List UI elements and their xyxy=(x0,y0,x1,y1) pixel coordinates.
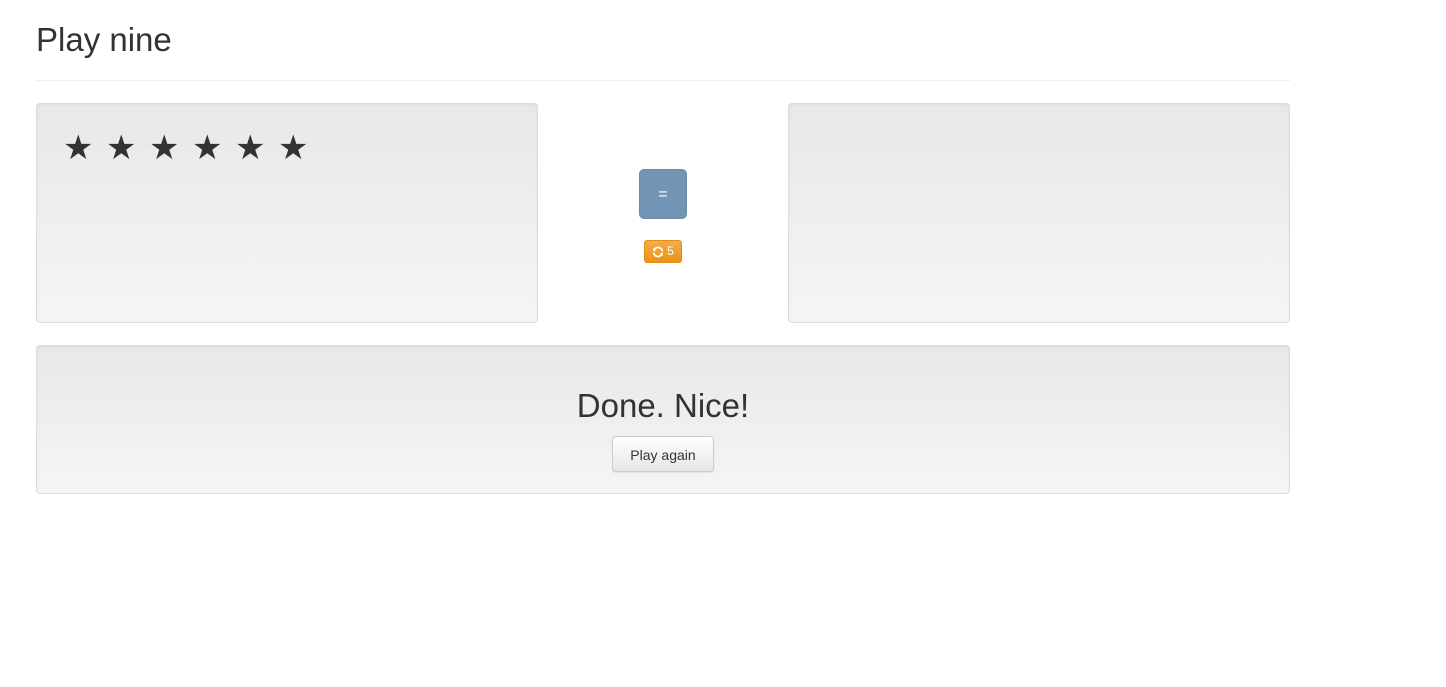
star-icon: ★ xyxy=(63,129,94,167)
refresh-icon xyxy=(653,246,664,257)
done-message: Done. Nice! xyxy=(576,387,750,424)
done-frame: Done. Nice! Play again xyxy=(36,345,1290,494)
star-icon: ★ xyxy=(278,129,309,167)
play-again-button[interactable]: Play again xyxy=(612,436,714,472)
stars-frame: ★ ★ ★ ★ ★ ★ xyxy=(36,103,538,323)
star-icon: ★ xyxy=(235,129,266,167)
redraw-count: 5 xyxy=(667,244,674,258)
stars-list: ★ ★ ★ ★ ★ ★ xyxy=(63,128,321,168)
title-divider xyxy=(36,80,1290,81)
page-title: Play nine xyxy=(36,21,172,58)
check-answer-button[interactable]: = xyxy=(639,169,687,219)
star-icon: ★ xyxy=(106,129,137,167)
redraw-button[interactable]: 5 xyxy=(644,240,682,263)
answer-frame xyxy=(788,103,1290,323)
star-icon: ★ xyxy=(192,129,223,167)
star-icon: ★ xyxy=(149,129,180,167)
